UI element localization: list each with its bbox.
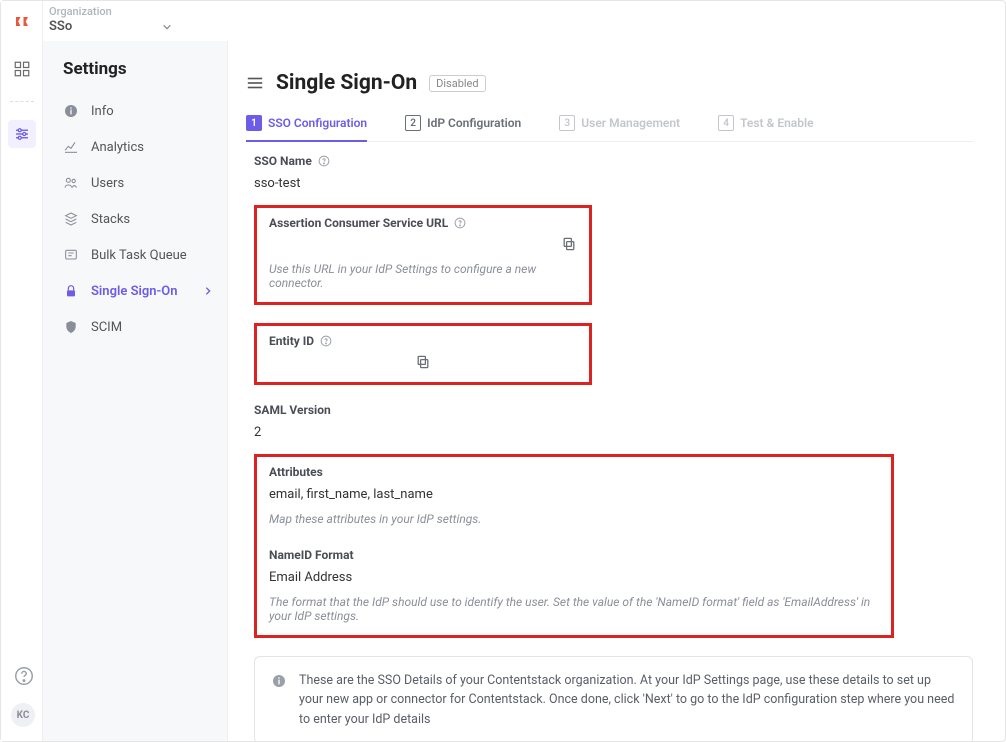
main-content: Single Sign-On Disabled 1SSO Configurati…	[228, 41, 1005, 741]
queue-icon	[63, 247, 79, 263]
apps-icon[interactable]	[8, 55, 36, 83]
stacks-icon	[63, 211, 79, 227]
sidebar-item-label: Bulk Task Queue	[91, 248, 187, 263]
sidebar-item-scim[interactable]: SCIM	[43, 309, 227, 345]
attributes-nameid-section: Attributes email, first_name, last_name …	[254, 454, 894, 638]
acs-url-help: Use this URL in your IdP Settings to con…	[269, 262, 577, 290]
sidebar-item-label: Single Sign-On	[91, 284, 178, 299]
nameid-value: Email Address	[269, 570, 879, 585]
sso-name-value: sso-test	[254, 176, 973, 191]
org-label: Organization	[49, 5, 172, 18]
settings-icon[interactable]	[8, 120, 36, 148]
sidebar-item-info[interactable]: Info	[43, 93, 227, 129]
tab-user-management: 3User Management	[559, 115, 680, 141]
org-name: SSo	[49, 19, 72, 34]
user-avatar[interactable]: KC	[11, 703, 35, 727]
chevron-right-icon	[203, 286, 213, 296]
users-icon	[63, 175, 79, 191]
saml-version-label: SAML Version	[254, 403, 973, 417]
help-tooltip-icon[interactable]	[320, 335, 332, 347]
info-box: These are the SSO Details of your Conten…	[254, 656, 973, 741]
org-selector: Organization SSo	[49, 5, 172, 34]
help-icon[interactable]	[13, 665, 35, 687]
copy-icon[interactable]	[415, 354, 431, 370]
attributes-label: Attributes	[269, 465, 879, 479]
sidebar-title: Settings	[43, 59, 227, 93]
sidebar-item-stacks[interactable]: Stacks	[43, 201, 227, 237]
sidebar-item-label: Analytics	[91, 140, 144, 155]
sidebar-item-bulk-task[interactable]: Bulk Task Queue	[43, 237, 227, 273]
logo-icon[interactable]	[8, 9, 36, 37]
tabs: 1SSO Configuration 2IdP Configuration 3U…	[246, 115, 973, 142]
nameid-help: The format that the IdP should use to id…	[269, 595, 879, 623]
page-title: Single Sign-On	[276, 71, 417, 95]
sidebar-item-label: Stacks	[91, 212, 130, 227]
info-text: These are the SSO Details of your Conten…	[299, 671, 956, 729]
acs-url-section: Assertion Consumer Service URL Use this …	[254, 205, 592, 305]
help-tooltip-icon[interactable]	[454, 217, 466, 229]
sidebar-item-sso[interactable]: Single Sign-On	[43, 273, 227, 309]
left-rail	[1, 1, 43, 741]
attributes-value: email, first_name, last_name	[269, 487, 879, 502]
tab-test-enable: 4Test & Enable	[718, 115, 813, 141]
tab-sso-config[interactable]: 1SSO Configuration	[246, 115, 367, 141]
saml-version-value: 2	[254, 425, 973, 440]
attributes-help: Map these attributes in your IdP setting…	[269, 512, 879, 526]
acs-url-label: Assertion Consumer Service URL	[269, 216, 466, 230]
sidebar-item-label: Info	[91, 104, 114, 119]
info-icon	[63, 103, 79, 119]
menu-toggle-icon[interactable]	[246, 76, 264, 90]
help-tooltip-icon[interactable]	[318, 155, 330, 167]
copy-icon[interactable]	[561, 236, 577, 252]
sso-name-label: SSO Name	[254, 154, 973, 168]
analytics-icon	[63, 139, 79, 155]
sidebar-item-label: Users	[91, 176, 124, 191]
org-select[interactable]: SSo	[49, 19, 172, 34]
status-badge: Disabled	[429, 75, 485, 92]
sidebar-item-users[interactable]: Users	[43, 165, 227, 201]
info-icon	[271, 673, 287, 689]
sidebar-item-analytics[interactable]: Analytics	[43, 129, 227, 165]
nameid-label: NameID Format	[269, 548, 879, 562]
shield-icon	[63, 319, 79, 335]
sidebar-item-label: SCIM	[91, 320, 122, 335]
chevron-down-icon	[162, 22, 172, 32]
lock-icon	[63, 283, 79, 299]
tab-idp-config[interactable]: 2IdP Configuration	[405, 115, 521, 141]
sidebar: Settings Info Analytics Users Stacks Bul…	[43, 41, 228, 741]
entity-id-section: Entity ID	[254, 323, 592, 385]
entity-id-label: Entity ID	[269, 334, 577, 348]
